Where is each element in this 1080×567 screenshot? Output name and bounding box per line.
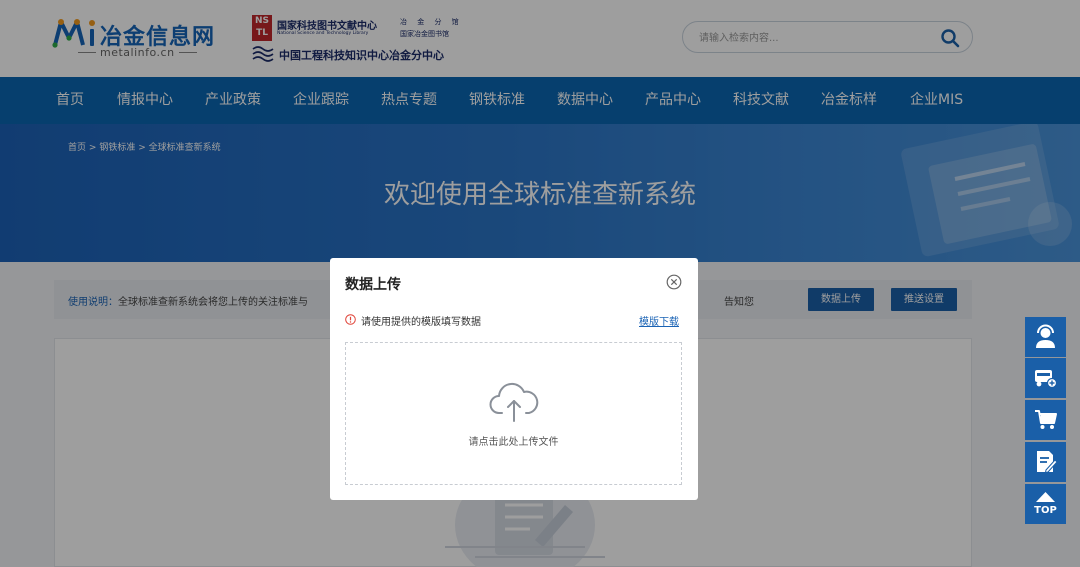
template-download-link[interactable]: 模版下载 [639, 313, 679, 328]
shopping-cart-icon [1035, 410, 1057, 429]
customer-service-button[interactable] [1025, 317, 1066, 357]
arrow-up-icon [1036, 492, 1055, 502]
vehicle-service-button[interactable] [1025, 358, 1066, 398]
truck-service-icon [1035, 370, 1058, 389]
feedback-button[interactable] [1025, 442, 1066, 482]
file-upload-dropzone[interactable]: 请点击此处上传文件 [345, 342, 682, 485]
shopping-cart-button[interactable] [1025, 400, 1066, 440]
warning-icon [345, 314, 356, 325]
template-instruction: 请使用提供的模版填写数据 [361, 317, 481, 328]
dialog-title: 数据上传 [345, 277, 401, 293]
upload-prompt: 请点击此处上传文件 [468, 437, 559, 448]
cloud-upload-icon [489, 382, 539, 422]
back-to-top-button[interactable]: TOP [1025, 484, 1066, 524]
customer-service-icon [1036, 324, 1055, 348]
edit-document-icon [1037, 451, 1058, 474]
close-icon[interactable] [666, 274, 682, 290]
back-to-top-label: TOP [1034, 505, 1057, 516]
data-upload-dialog: 数据上传 请使用提供的模版填写数据 模版下载 请点击此处上传文件 [330, 258, 698, 500]
